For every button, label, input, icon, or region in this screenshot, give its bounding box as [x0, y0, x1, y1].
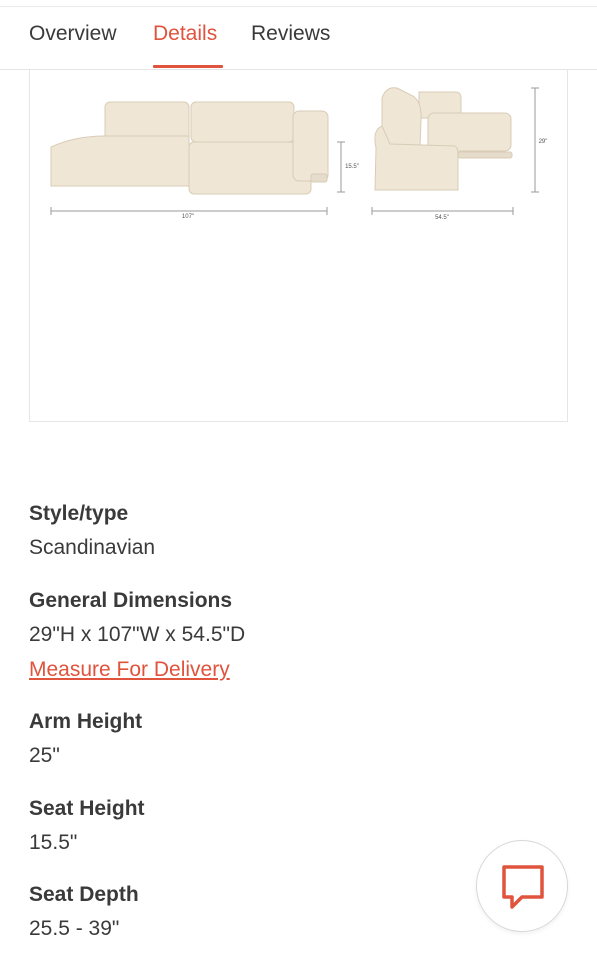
chat-button[interactable]	[476, 840, 568, 932]
dimension-label-total-height: 29"	[539, 139, 548, 145]
top-divider	[0, 6, 597, 7]
dimension-label-depth: 54.5"	[435, 215, 449, 221]
spec-value-arm-height: 25"	[29, 744, 60, 767]
spec-style: Style/type Scandinavian	[29, 500, 155, 562]
spec-value-seat-height: 15.5"	[29, 831, 78, 854]
spec-label-seat-height: Seat Height	[29, 797, 145, 820]
spec-arm-height: Arm Height 25"	[29, 708, 142, 770]
tab-details[interactable]: Details	[153, 22, 217, 46]
spec-label-seat-depth: Seat Depth	[29, 883, 139, 906]
spec-label-arm-height: Arm Height	[29, 710, 143, 733]
dimension-label-width: 107"	[182, 214, 194, 220]
spec-label-style: Style/type	[29, 502, 129, 525]
spec-label-general-dimensions: General Dimensions	[29, 589, 233, 612]
dimension-label-seat-height: 15.5"	[345, 164, 359, 170]
sofa-front-view	[50, 101, 329, 195]
tab-overview[interactable]: Overview	[29, 22, 117, 46]
spec-general-dimensions: General Dimensions 29"H x 107"W x 54.5"D…	[29, 587, 245, 684]
spec-seat-height: Seat Height 15.5"	[29, 795, 145, 857]
active-tab-indicator	[153, 65, 223, 68]
sofa-dimension-drawing: 107" 15.5" 54.5" 29"	[50, 87, 548, 221]
spec-seat-depth: Seat Depth 25.5 - 39"	[29, 881, 139, 943]
tab-reviews[interactable]: Reviews	[251, 22, 330, 46]
spec-value-style: Scandinavian	[29, 536, 156, 559]
spec-value-seat-depth: 25.5 - 39"	[29, 917, 120, 940]
product-dimension-image[interactable]: 107" 15.5" 54.5" 29"	[29, 70, 568, 422]
sofa-side-view	[374, 87, 513, 191]
spec-value-general-dimensions: 29"H x 107"W x 54.5"D	[29, 623, 246, 646]
measure-for-delivery-link[interactable]: Measure For Delivery	[29, 656, 245, 684]
tab-bar: Overview Details Reviews	[0, 8, 597, 70]
chat-bubble-icon	[502, 865, 544, 909]
